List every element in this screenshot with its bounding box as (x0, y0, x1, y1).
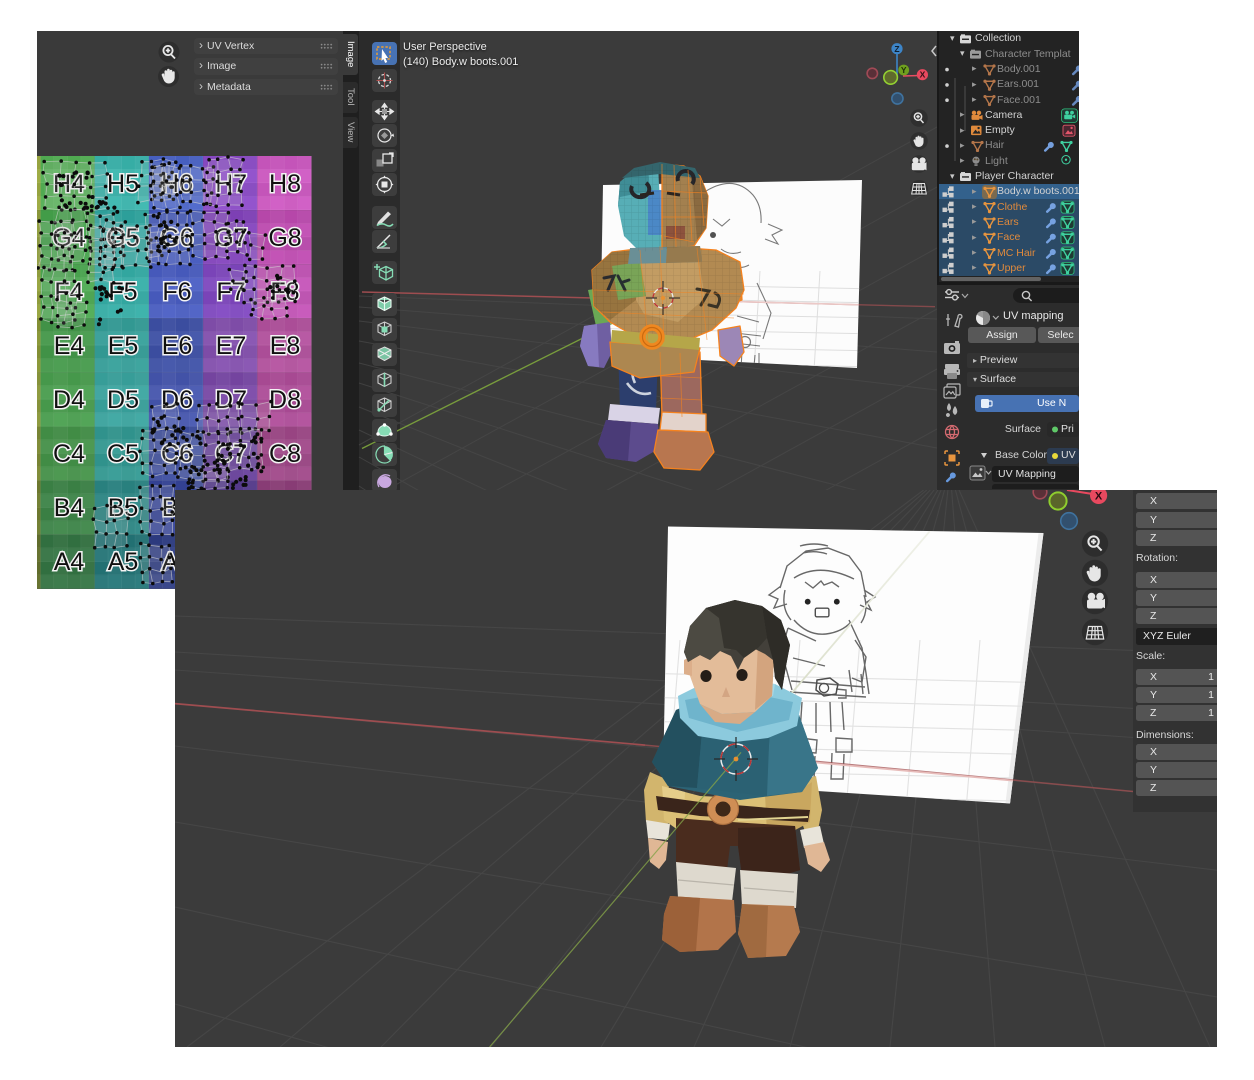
svg-text:H5: H5 (107, 170, 139, 198)
svg-text:F6: F6 (162, 278, 191, 306)
svg-text:X: X (920, 70, 926, 80)
svg-text:Z: Z (894, 44, 899, 54)
svg-text:E8: E8 (270, 332, 301, 360)
svg-text:D8: D8 (269, 386, 301, 414)
svg-text:X: X (1095, 491, 1103, 503)
svg-text:A4: A4 (54, 548, 85, 576)
svg-text:E4: E4 (54, 332, 85, 360)
svg-text:H8: H8 (269, 170, 301, 198)
svg-text:E7: E7 (216, 332, 247, 360)
svg-text:C5: C5 (107, 440, 139, 468)
svg-text:A5: A5 (108, 548, 139, 576)
svg-text:C8: C8 (269, 440, 301, 468)
svg-text:D4: D4 (53, 386, 85, 414)
svg-text:G8: G8 (268, 224, 301, 252)
svg-text:D5: D5 (107, 386, 139, 414)
svg-text:E5: E5 (108, 332, 139, 360)
svg-text:E6: E6 (162, 332, 193, 360)
svg-text:Y: Y (901, 65, 907, 75)
svg-text:B4: B4 (54, 494, 85, 522)
svg-text:C4: C4 (53, 440, 85, 468)
